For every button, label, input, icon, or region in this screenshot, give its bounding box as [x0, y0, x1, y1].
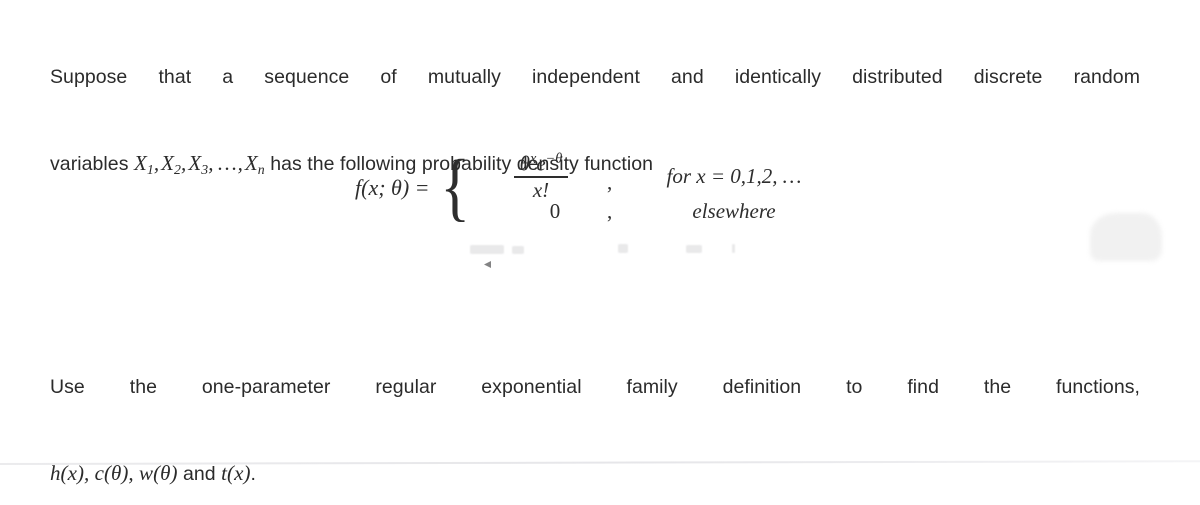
- instruction-conjunction: and: [177, 463, 222, 485]
- equation-case-1-value: θxe−θ x!: [475, 151, 607, 202]
- fraction-numerator: θxe−θ: [519, 151, 563, 176]
- instruction-paragraph: Use the one-parameter regular exponentia…: [50, 366, 1140, 496]
- case-2-zero: 0: [549, 198, 561, 223]
- equation-case-1-condition: for x = 0,1,2, …: [666, 163, 802, 188]
- equation-case-1-comma: ,: [607, 169, 613, 194]
- pdf-display-equation: f(x; θ) = { θxe−θ x! , for x = 0,1,2, …: [0, 144, 1200, 229]
- poisson-fraction: θxe−θ x!: [513, 151, 569, 202]
- document-page: Suppose that a sequence of mutually inde…: [0, 0, 1200, 505]
- scan-speck-artifact: [484, 261, 491, 268]
- equation-case-2-condition: elsewhere: [692, 198, 776, 223]
- equation-cases-brace: {: [439, 144, 470, 229]
- equation-case-2-value: 0: [475, 199, 607, 224]
- equation-case-row-1: θxe−θ x! , for x = 0,1,2, …: [475, 151, 829, 202]
- equation-cases-block: θxe−θ x! , for x = 0,1,2, … 0 , elsewher…: [475, 151, 829, 224]
- problem-statement-line-1: Suppose that a sequence of mutually inde…: [50, 66, 1140, 88]
- instruction-period: .: [250, 463, 256, 485]
- faint-ghost-text-artifacts: [470, 243, 850, 261]
- fraction-denominator: x!: [532, 177, 550, 202]
- equation-case-2-comma: ,: [607, 198, 613, 223]
- equation-left-hand-side: f(x; θ) =: [355, 174, 430, 200]
- e-exponent: −θ: [545, 151, 563, 167]
- instruction-line-2: h(x), c(θ), w(θ) and t(x).: [50, 452, 1140, 496]
- function-t-math: t(x): [221, 461, 251, 485]
- instruction-line-1: Use the one-parameter regular exponentia…: [50, 376, 1140, 398]
- equation-case-row-2: 0 , elsewhere: [475, 199, 829, 224]
